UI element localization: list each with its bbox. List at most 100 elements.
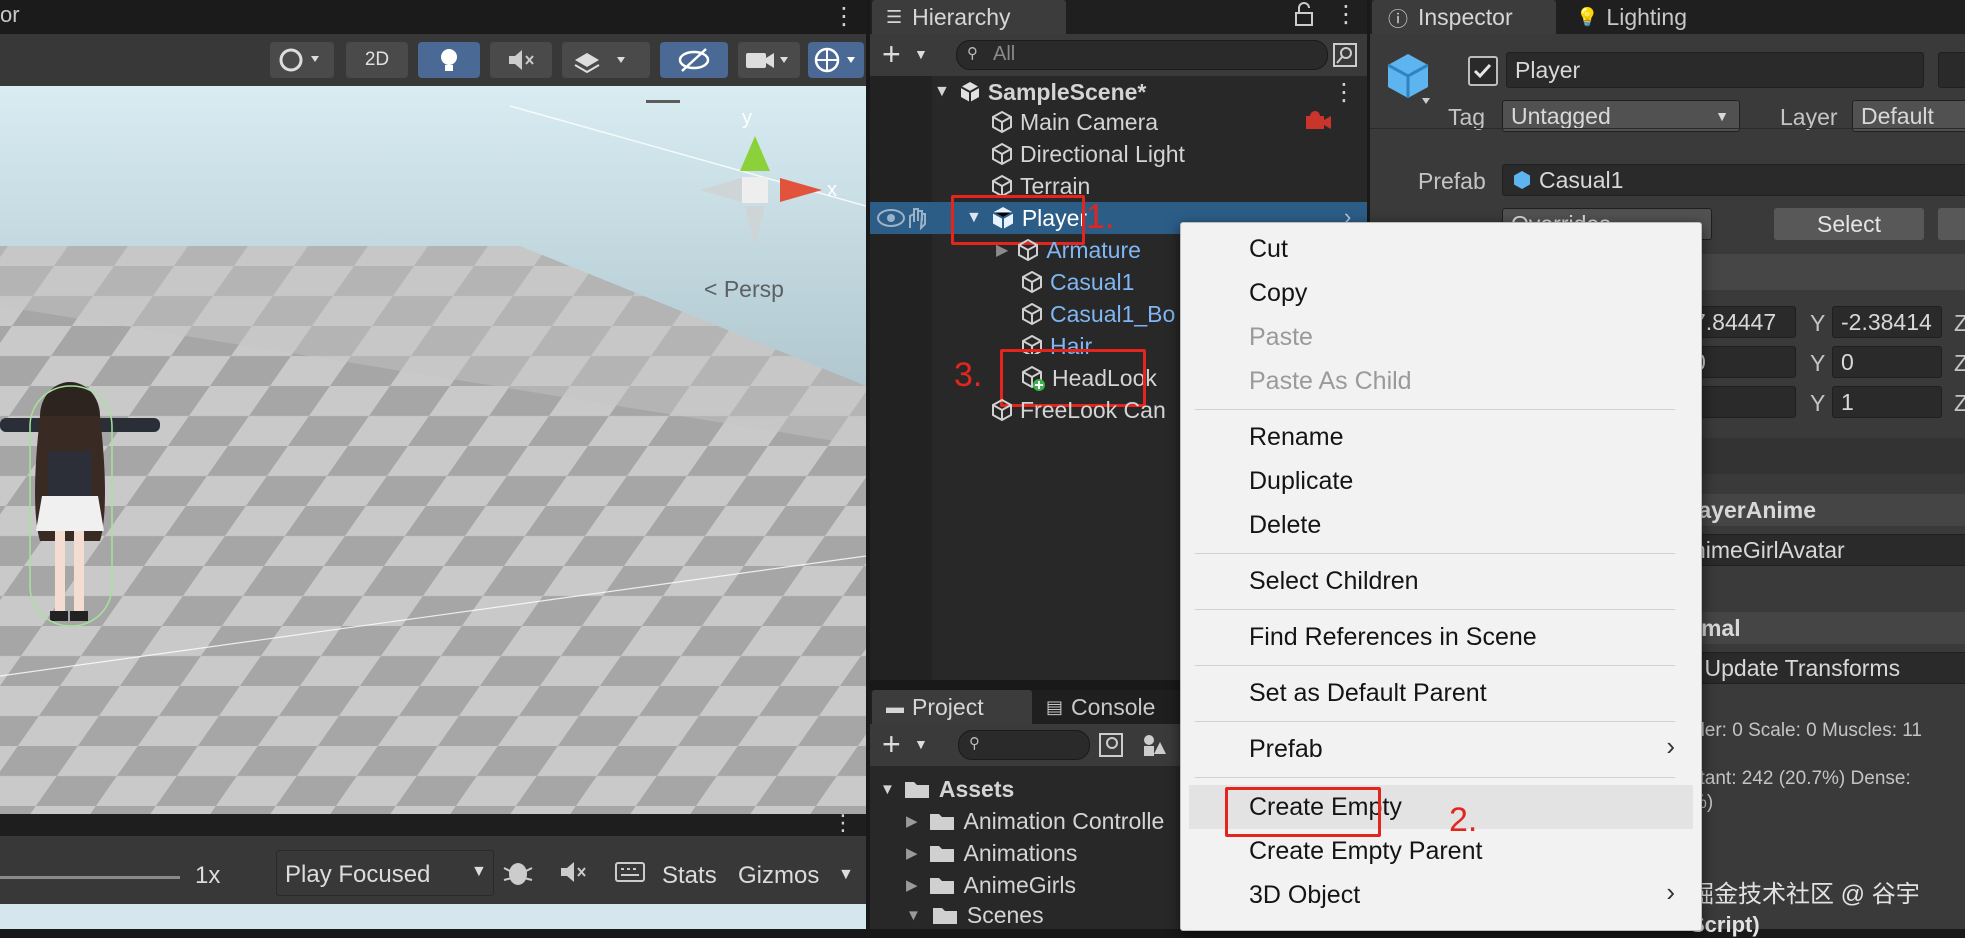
culling-mode-dropdown[interactable]: l Update Transforms — [1684, 652, 1965, 684]
expand-arrow-icon[interactable]: ▶ — [906, 844, 918, 862]
static-toggle[interactable] — [1938, 52, 1965, 88]
axis-z-label: Z — [1954, 350, 1965, 376]
scene-kebab-icon[interactable]: ⋮ — [832, 2, 856, 31]
menu-item-set-default-parent[interactable]: Set as Default Parent — [1249, 679, 1487, 708]
object-name-input[interactable]: Player — [1506, 52, 1924, 88]
tab-console[interactable]: ▤ Console — [1046, 690, 1155, 724]
tab-project[interactable]: ▬ Project — [872, 690, 1032, 724]
pickable-hand-icon[interactable] — [904, 206, 930, 230]
scene-tab-bar: or ⋮ — [0, 0, 866, 34]
lighting-toggle-button[interactable] — [418, 42, 480, 78]
shortcuts-button[interactable] — [612, 854, 650, 890]
lock-icon[interactable] — [1294, 1, 1314, 27]
position-y-input[interactable]: -2.38414 — [1832, 306, 1942, 338]
shading-mode-button[interactable] — [270, 42, 334, 78]
gizmos-chevron-icon[interactable]: ▼ — [838, 866, 854, 884]
menu-item-create-empty-parent[interactable]: Create Empty Parent — [1249, 837, 1482, 866]
menu-separator — [1195, 553, 1675, 554]
update-mode-dropdown[interactable]: rmal — [1684, 612, 1965, 644]
menu-item-rename[interactable]: Rename — [1249, 423, 1344, 452]
scene-tab-title[interactable]: or — [0, 2, 20, 28]
hierarchy-kebab-icon[interactable]: ⋮ — [1334, 0, 1358, 29]
mute-audio-button[interactable] — [556, 854, 594, 890]
select-button[interactable]: Select — [1774, 208, 1924, 240]
gameobject-cube-icon — [1018, 238, 1039, 262]
hierarchy-item-main-camera[interactable]: Main Camera — [990, 106, 1158, 138]
expand-arrow-icon[interactable]: ▼ — [906, 907, 921, 924]
persp-label[interactable]: < Persp — [704, 276, 784, 302]
open-button[interactable] — [1938, 208, 1965, 240]
controller-field[interactable]: layerAnime — [1684, 494, 1965, 526]
project-search-input[interactable]: ⚲ — [958, 730, 1090, 760]
game-kebab-icon[interactable]: ⋮ — [832, 810, 854, 836]
camera-settings-button[interactable] — [738, 42, 800, 78]
expand-arrow-icon[interactable]: ▶ — [906, 876, 918, 894]
stats-button[interactable]: Stats — [662, 862, 717, 890]
add-chevron-icon[interactable]: ▼ — [914, 46, 928, 62]
assets-folder-row[interactable]: ▼ Assets — [880, 774, 1014, 804]
menu-item-find-references[interactable]: Find References in Scene — [1249, 623, 1537, 652]
expand-arrow-icon[interactable]: ▼ — [880, 781, 895, 798]
add-chevron-icon[interactable]: ▼ — [914, 736, 928, 752]
hierarchy-item-freelook-camera[interactable]: FreeLook Can — [990, 394, 1166, 426]
scene-kebab-icon[interactable]: ⋮ — [1332, 78, 1356, 107]
add-button[interactable]: + — [882, 36, 901, 73]
search-scope-icon[interactable] — [1098, 732, 1124, 758]
keyboard-icon — [615, 862, 645, 882]
add-asset-button[interactable]: + — [882, 726, 901, 763]
bug-button[interactable] — [500, 854, 538, 890]
menu-separator — [1195, 665, 1675, 666]
mute-icon — [509, 50, 534, 70]
scene-viewport[interactable]: y x < Persp — [0, 86, 866, 814]
rotation-y-input[interactable]: 0 — [1832, 346, 1942, 378]
effects-toggle-button[interactable] — [562, 42, 650, 78]
scale-y-input[interactable]: 1 — [1832, 386, 1942, 418]
menu-item-paste[interactable]: Paste — [1249, 323, 1313, 352]
menu-item-select-children[interactable]: Select Children — [1249, 567, 1419, 596]
2d-toggle-button[interactable]: 2D — [346, 42, 408, 78]
expand-arrow-icon[interactable]: ▼ — [934, 83, 950, 101]
hierarchy-item-casual1[interactable]: Casual1 — [1020, 266, 1134, 298]
menu-item-delete[interactable]: Delete — [1249, 511, 1321, 540]
expand-arrow-icon[interactable]: ▶ — [996, 240, 1008, 260]
filter-type-icon[interactable] — [1140, 732, 1166, 758]
scene-row[interactable]: ▼ SampleScene* — [934, 76, 1146, 108]
audio-toggle-button[interactable] — [490, 42, 552, 78]
visibility-eye-icon[interactable] — [876, 206, 906, 230]
expand-arrow-icon[interactable]: ▶ — [906, 812, 918, 830]
play-focused-dropdown[interactable]: Play Focused ▼ — [276, 850, 494, 896]
gizmos-toggle-button[interactable] — [808, 42, 864, 78]
bulb-icon — [441, 49, 457, 71]
hierarchy-gutter — [870, 76, 932, 680]
menu-item-duplicate[interactable]: Duplicate — [1249, 467, 1353, 496]
scene-visibility-button[interactable] — [660, 42, 728, 78]
menu-item-cut[interactable]: Cut — [1249, 235, 1288, 264]
folder-row[interactable]: ▶ AnimeGirls — [906, 870, 1076, 900]
avatar-field[interactable]: nimeGirlAvatar — [1684, 534, 1965, 566]
tab-hierarchy[interactable]: ☰ Hierarchy — [872, 0, 1066, 34]
gameobject-cube-icon — [1022, 270, 1042, 294]
tab-lighting[interactable]: 💡 Lighting — [1576, 0, 1687, 34]
hierarchy-search-input[interactable]: ⚲ All — [956, 40, 1328, 70]
folder-row[interactable]: ▶ Animations — [906, 838, 1077, 868]
hierarchy-item-armature[interactable]: ▶ Armature — [996, 234, 1141, 266]
hierarchy-item-casual1-body[interactable]: Casual1_Bo — [1020, 298, 1175, 330]
globe-gizmo-icon — [814, 47, 855, 73]
assets-label: Assets — [938, 775, 1015, 802]
menu-item-prefab[interactable]: Prefab — [1249, 735, 1323, 764]
menu-item-3d-object[interactable]: 3D Object — [1249, 881, 1360, 910]
prefab-asset-field[interactable]: Casual1 — [1502, 164, 1965, 196]
active-checkbox[interactable] — [1468, 56, 1498, 86]
menu-separator — [1195, 721, 1675, 722]
hierarchy-item-directional-light[interactable]: Directional Light — [990, 138, 1185, 170]
menu-item-paste-as-child[interactable]: Paste As Child — [1249, 367, 1412, 396]
folder-row[interactable]: ▼ Scenes — [906, 900, 1044, 930]
tab-console-label: Console — [1071, 693, 1156, 720]
tab-inspector[interactable]: ⓘ Inspector — [1372, 0, 1556, 34]
gizmos-button[interactable]: Gizmos — [738, 862, 819, 890]
gameobject-cube-icon — [992, 142, 1012, 166]
menu-item-copy[interactable]: Copy — [1249, 279, 1307, 308]
scene-search-icon[interactable] — [1332, 42, 1358, 68]
folder-row[interactable]: ▶ Animation Controlle — [906, 806, 1164, 836]
scale-slider[interactable] — [0, 876, 180, 879]
